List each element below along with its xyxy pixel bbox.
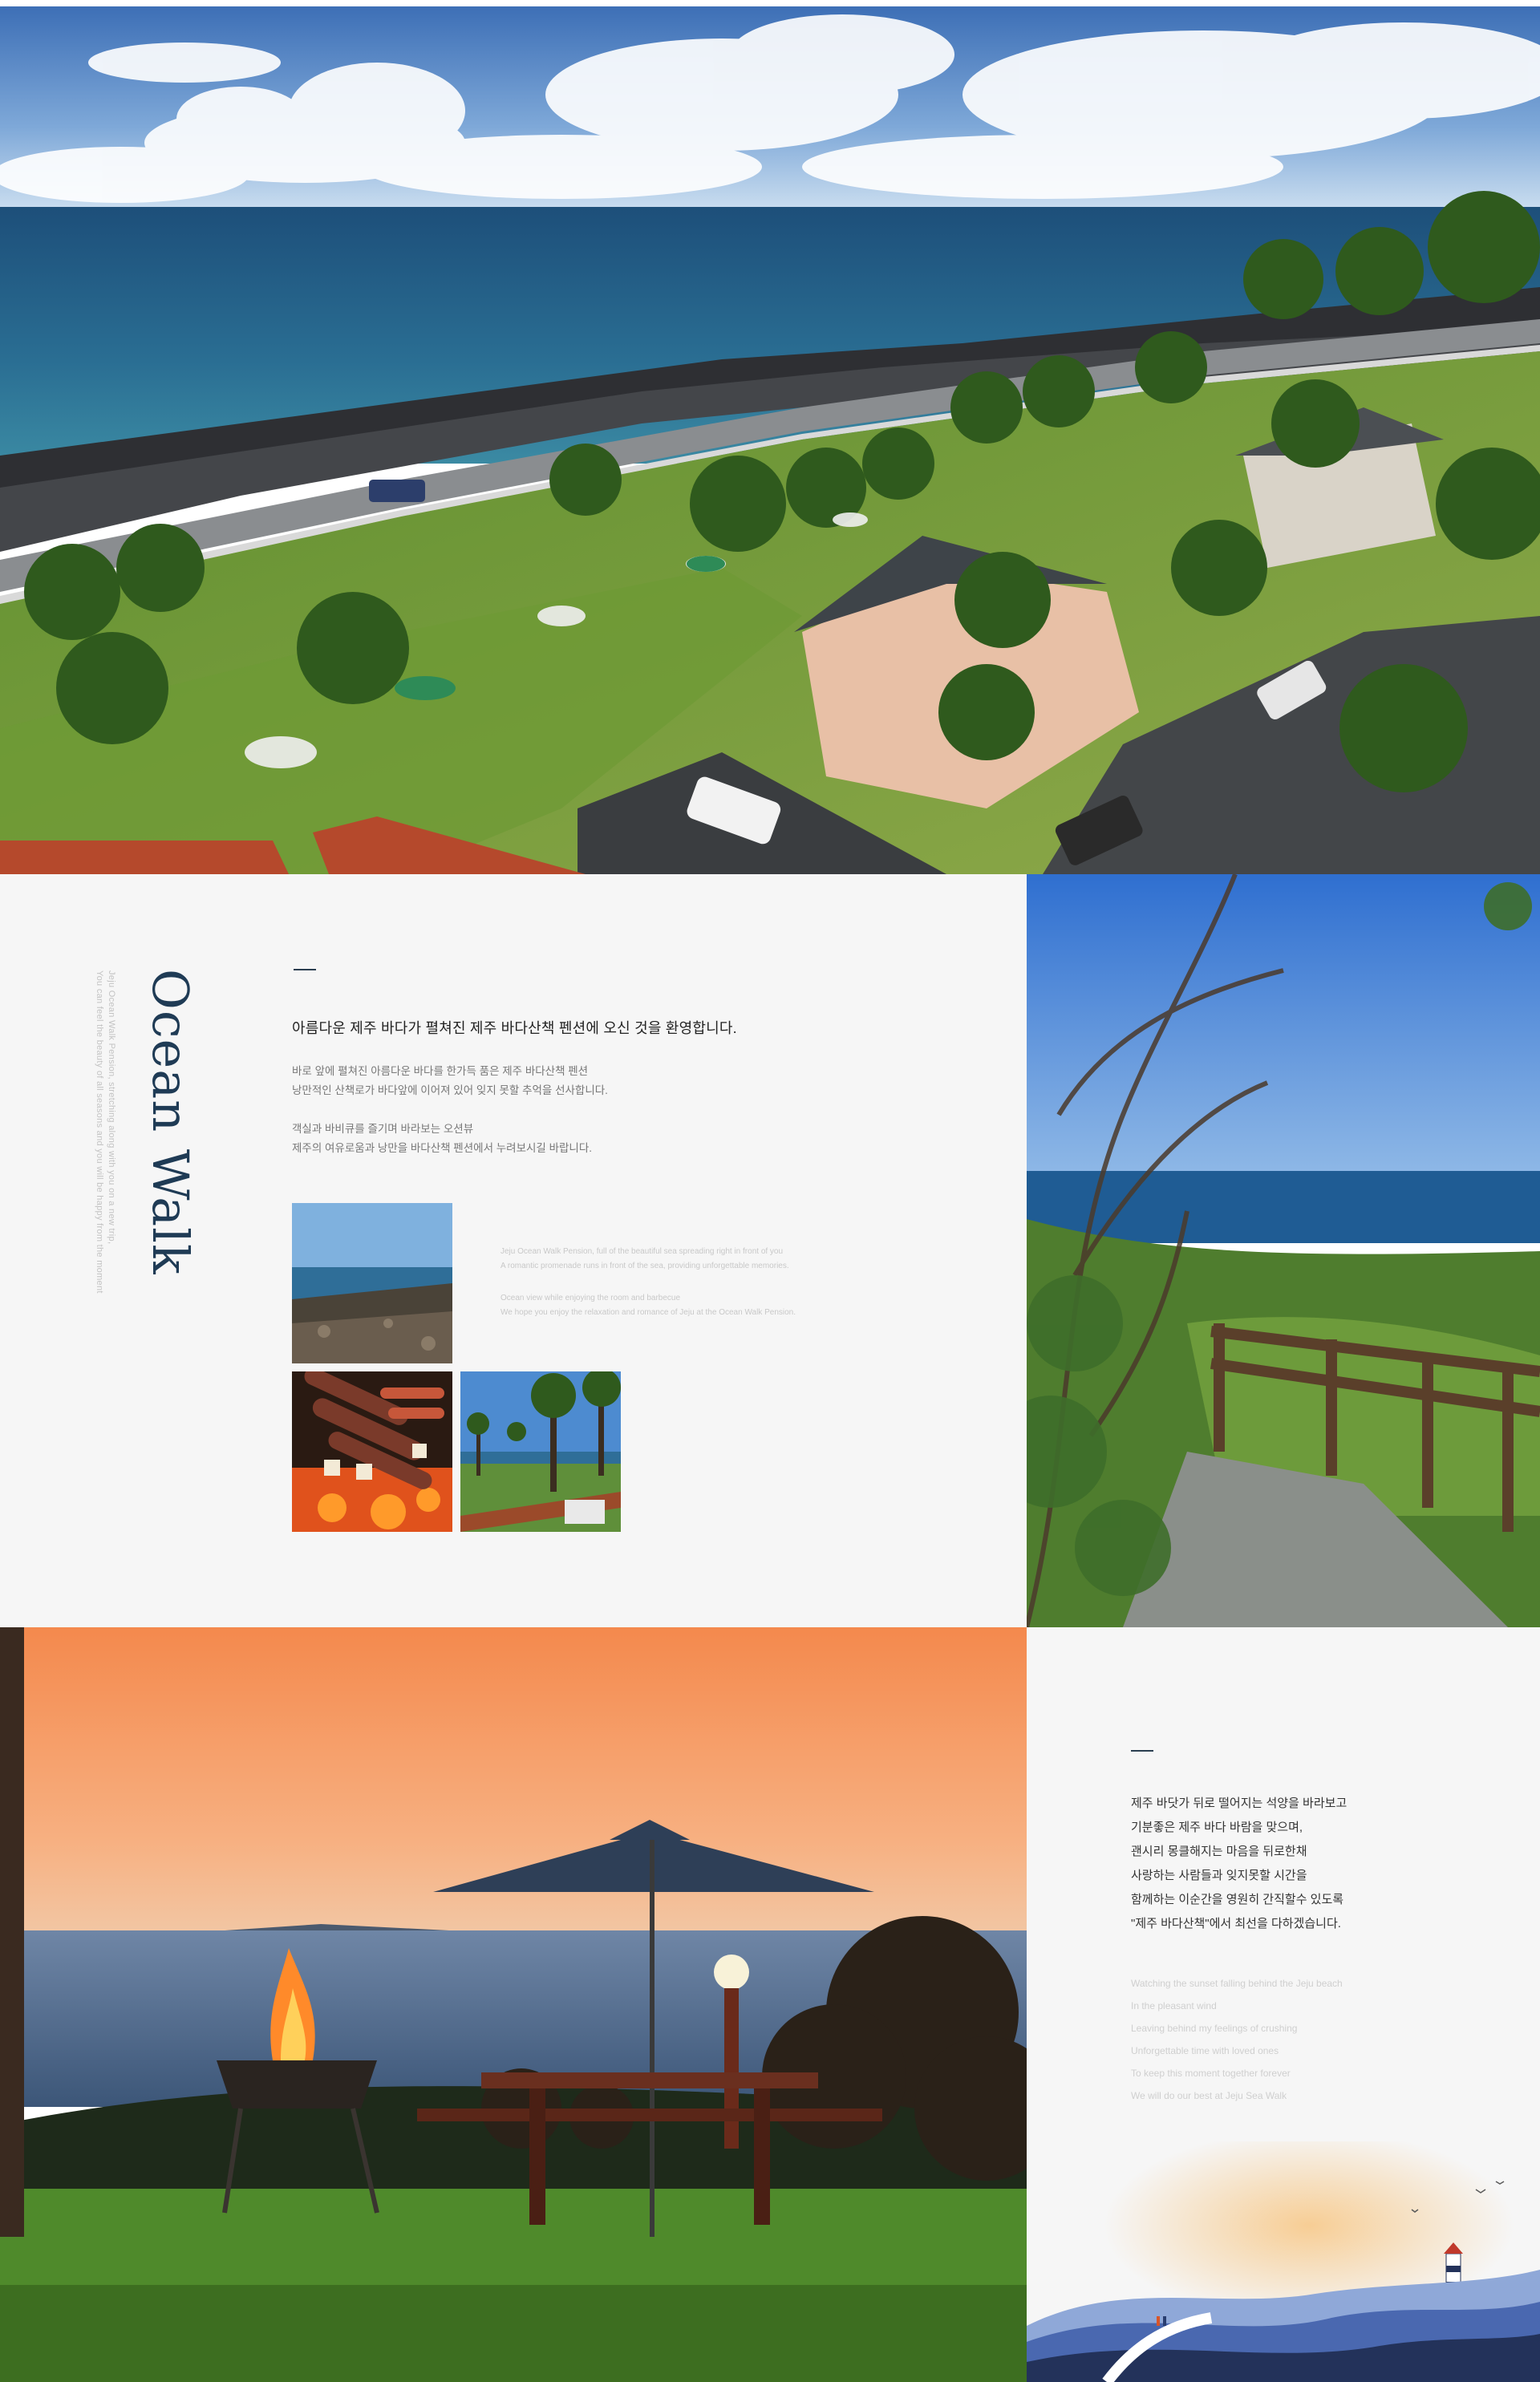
message-section: 제주 바닷가 뒤로 떨어지는 석양을 바라보고 기분좋은 제주 바다 바람을 맞… [1027,1627,1540,2382]
vertical-subtitle: Jeju Ocean Walk Pension, stretching alon… [93,970,117,1387]
note-line: A romantic promenade runs in front of th… [500,1262,789,1270]
note-line: Jeju Ocean Walk Pension, full of the bea… [500,1247,784,1256]
sunset-bbq-photo [0,1627,1027,2382]
vertical-subtitle-line: Jeju Ocean Walk Pension, stretching alon… [107,970,116,1245]
message-line: We will do our best at Jeju Sea Walk [1131,2090,1287,2101]
accent-dash [294,969,316,970]
message-line: 기분좋은 제주 바다 바람을 맞으며, [1131,1821,1303,1834]
message-line: To keep this moment together forever [1131,2068,1291,2079]
message-line: 함께하는 이순간을 영원히 간직할수 있도록 [1131,1893,1344,1906]
message-line: 사랑하는 사람들과 잊지못할 시간을 [1131,1869,1307,1882]
message-line: Leaving behind my feelings of crushing [1131,2023,1298,2034]
accent-dash [1131,1750,1153,1752]
message-line: Watching the sunset falling behind the J… [1131,1978,1343,1989]
thumbnail-palm-garden [460,1371,621,1532]
intro-paragraph-1: 바로 앞에 펼쳐진 아름다운 바다를 한가득 품은 제주 바다산책 펜션 낭만적… [292,1062,608,1100]
vertical-title: Ocean Walk [141,969,200,1275]
english-note-2: Ocean view while enjoying the room and b… [500,1291,796,1320]
paragraph-line: 제주의 여유로움과 낭만을 바다산책 펜션에서 누려보시길 바랍니다. [292,1142,593,1154]
note-line: Ocean view while enjoying the room and b… [500,1294,681,1302]
paragraph-line: 낭만적인 산책로가 바다앞에 이어져 있어 잊지 못할 추억을 선사합니다. [292,1084,608,1096]
korean-message: 제주 바닷가 뒤로 떨어지는 석양을 바라보고 기분좋은 제주 바다 바람을 맞… [1131,1792,1347,1936]
paragraph-line: 객실과 바비큐를 즐기며 바라보는 오션뷰 [292,1123,474,1135]
message-line: 제주 바닷가 뒤로 떨어지는 석양을 바라보고 [1131,1797,1348,1810]
message-line: In the pleasant wind [1131,2000,1217,2011]
hero-aerial-image [0,6,1540,874]
paragraph-line: 바로 앞에 펼쳐진 아름다운 바다를 한가득 품은 제주 바다산책 펜션 [292,1065,589,1077]
message-line: Unforgettable time with loved ones [1131,2045,1279,2056]
english-note-1: Jeju Ocean Walk Pension, full of the bea… [500,1245,789,1274]
english-message: Watching the sunset falling behind the J… [1131,1972,1343,2107]
note-line: We hope you enjoy the relaxation and rom… [500,1308,796,1317]
vertical-subtitle-line: You can feel the beauty of all seasons a… [95,970,104,1294]
intro-paragraph-2: 객실과 바비큐를 즐기며 바라보는 오션뷰 제주의 여유로움과 낭만을 바다산책… [292,1120,592,1158]
lighthouse-wave-illustration [1027,2141,1540,2382]
thumbnail-shore [292,1203,452,1363]
thumbnail-bbq [292,1371,452,1532]
message-line: "제주 바다산책"에서 최선을 다하겠습니다. [1131,1917,1341,1930]
promenade-photo [1027,874,1540,1627]
intro-heading: 아름다운 제주 바다가 펼쳐진 제주 바다산책 펜션에 오신 것을 환영합니다. [292,1020,737,1036]
message-line: 괜시리 몽클해지는 마음을 뒤로한채 [1131,1845,1307,1858]
intro-section: Jeju Ocean Walk Pension, stretching alon… [0,874,1027,1627]
